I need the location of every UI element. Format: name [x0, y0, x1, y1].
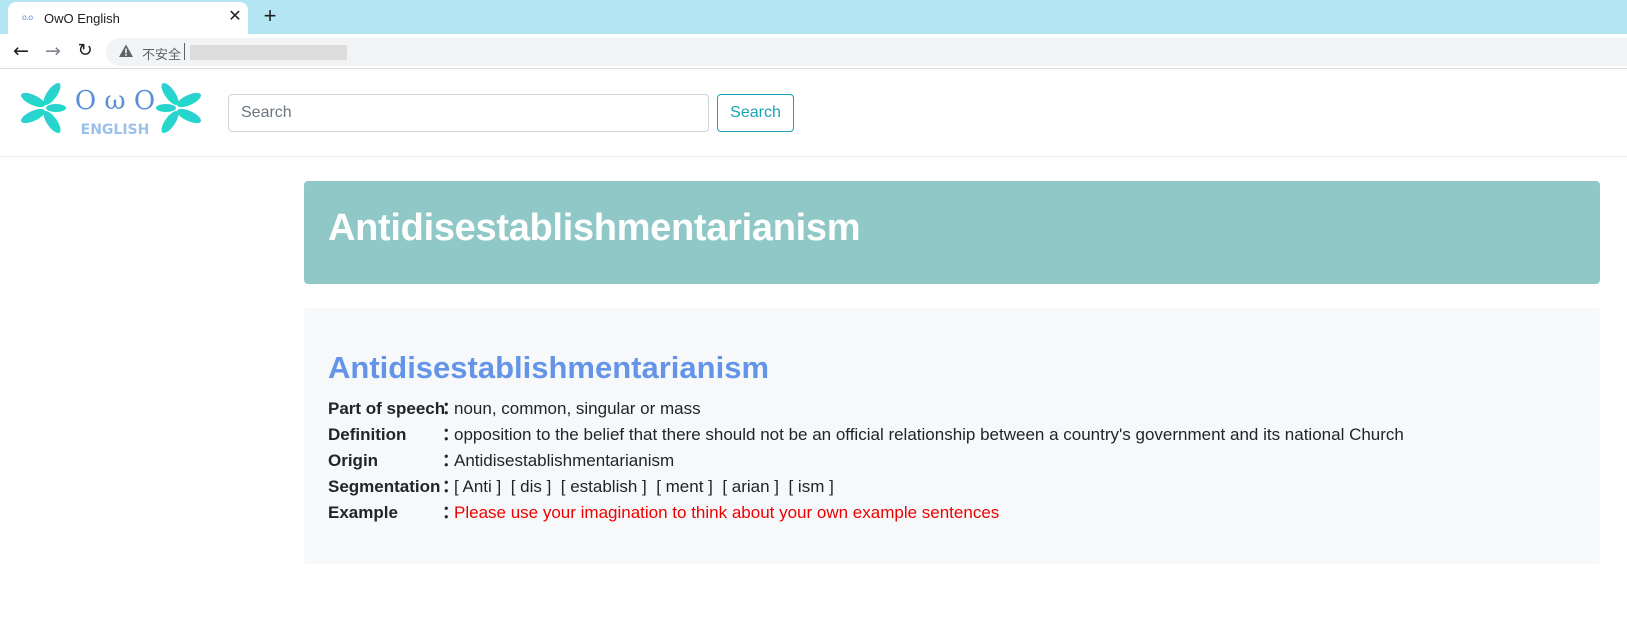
address-bar[interactable]: 不安全	[106, 38, 1627, 66]
example-text: Please use your imagination to think abo…	[454, 503, 1000, 522]
def-label: Example	[328, 503, 398, 522]
search-input[interactable]	[228, 94, 709, 132]
forward-arrow-icon[interactable]: →	[40, 38, 66, 64]
logo-owo-text: O ω O	[75, 86, 155, 116]
browser-toolbar: ← → ↻ 不安全	[0, 34, 1627, 69]
def-label: Origin	[328, 451, 379, 470]
def-value: Antidisestablishmentarianism	[454, 451, 675, 470]
definition-card: Antidisestablishmentarianism Part of spe…	[304, 308, 1600, 564]
browser-tabstrip: o.o OwO English ✕ +	[0, 0, 1627, 34]
url-separator	[184, 43, 185, 60]
tab-title: OwO English	[44, 11, 120, 26]
security-label: 不安全	[142, 48, 182, 63]
new-tab-button[interactable]: +	[258, 5, 282, 29]
owo-english-logo[interactable]: O ω O ENGLISH	[16, 82, 206, 138]
page-title: Antidisestablishmentarianism	[328, 207, 861, 249]
def-value: noun, common, singular or mass	[454, 399, 701, 418]
search-button[interactable]: Search	[717, 94, 794, 132]
close-tab-icon[interactable]: ✕	[225, 7, 245, 27]
word-jumbotron: Antidisestablishmentarianism	[304, 181, 1600, 284]
warning-icon	[119, 44, 133, 57]
def-value: [ Anti ] [ dis ] [ establish ] [ ment ] …	[454, 477, 834, 496]
site-header: O ω O ENGLISH Search	[0, 70, 1627, 157]
reload-icon[interactable]: ↻	[72, 38, 98, 64]
browser-tab[interactable]: o.o OwO English ✕	[8, 2, 248, 34]
tab-favicon-icon: o.o	[22, 13, 33, 22]
def-value: opposition to the belief that there shou…	[454, 425, 1404, 444]
logo-english-text: ENGLISH	[81, 122, 150, 138]
url-redacted	[190, 45, 347, 60]
word-title: Antidisestablishmentarianism	[328, 350, 770, 385]
def-label: Part of speech	[328, 399, 446, 418]
def-label: Segmentation	[328, 477, 441, 496]
back-arrow-icon[interactable]: ←	[8, 38, 34, 64]
def-label: Definition	[328, 425, 407, 444]
